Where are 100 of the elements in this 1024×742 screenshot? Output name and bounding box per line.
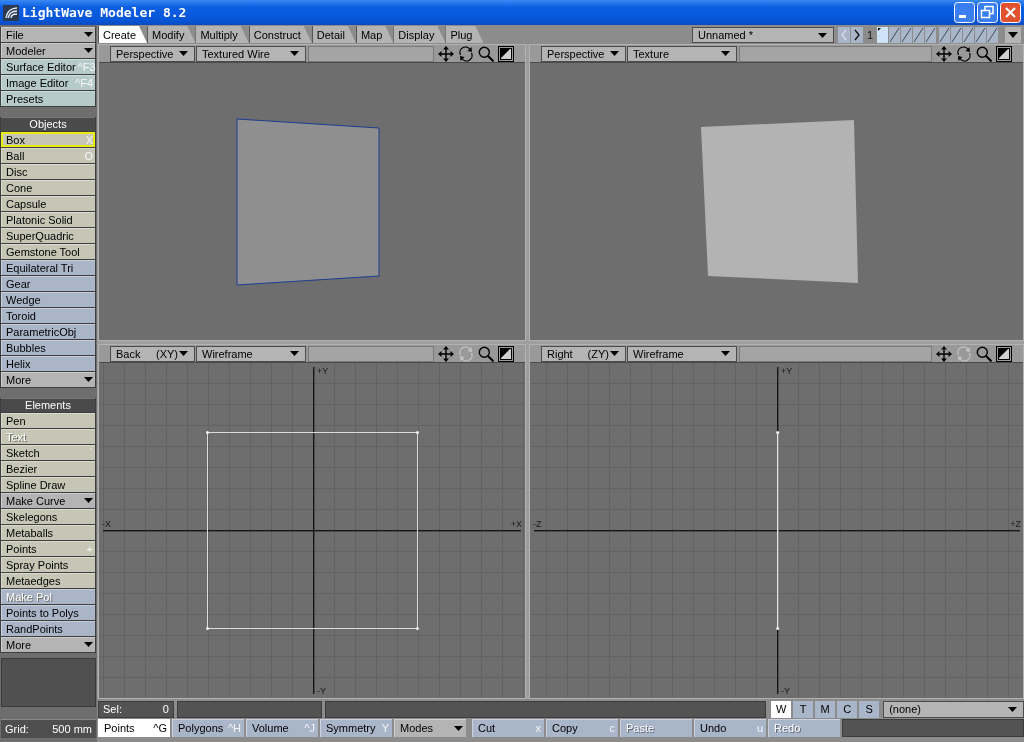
tool-button[interactable]: Spray Points	[1, 557, 95, 572]
tab[interactable]: Display	[393, 26, 446, 43]
tool-button[interactable]: Ball O	[1, 148, 95, 163]
action-button[interactable]: Cut x	[472, 719, 544, 737]
tool-button[interactable]: Wedge	[1, 292, 95, 307]
tool-button[interactable]: RandPoints	[1, 621, 95, 636]
tool-button[interactable]: Gear	[1, 276, 95, 291]
menu-dropdown[interactable]: Modeler	[1, 43, 95, 58]
mode-button[interactable]: Points ^G	[98, 719, 170, 737]
view-dropdown[interactable]: Right (ZY)	[541, 345, 626, 362]
tool-button[interactable]: Image Editor ^F4	[1, 75, 95, 90]
layer-button[interactable]	[889, 27, 900, 43]
maximize-icon[interactable]	[996, 45, 1012, 62]
close-icon[interactable]	[1000, 2, 1021, 23]
caret-icon[interactable]	[1005, 27, 1021, 43]
caret-icon	[179, 51, 188, 56]
view-mode-button[interactable]: M	[815, 700, 836, 718]
view-dropdown[interactable]: Perspective	[110, 45, 195, 62]
render-mode-dropdown[interactable]: Texture	[627, 45, 737, 62]
view-mode-button[interactable]: T	[793, 700, 814, 718]
layer-button[interactable]	[975, 27, 986, 43]
mode-button[interactable]: Symmetry Y	[320, 719, 392, 737]
rotate-icon[interactable]	[956, 45, 972, 62]
render-mode-dropdown[interactable]: Textured Wire	[196, 45, 306, 62]
layer-button[interactable]	[901, 27, 912, 43]
caret-icon	[610, 51, 619, 56]
tab[interactable]: Map	[355, 26, 394, 43]
axis-label: +Y	[781, 366, 793, 376]
chevron-right-icon[interactable]	[851, 27, 863, 43]
menu-dropdown[interactable]: More	[1, 637, 95, 652]
tool-button[interactable]: Points to Polys	[1, 605, 95, 620]
zoom-icon[interactable]	[976, 345, 992, 362]
move-icon[interactable]	[936, 45, 952, 62]
layer-button[interactable]	[963, 27, 974, 43]
layer-button[interactable]	[939, 27, 950, 43]
view-mode-button[interactable]: W	[771, 700, 792, 718]
tool-button[interactable]: Gemstone Tool	[1, 244, 95, 259]
tool-button[interactable]: Bubbles	[1, 340, 95, 355]
tab[interactable]: Multiply	[195, 26, 249, 43]
menu-dropdown[interactable]: File	[1, 27, 95, 42]
tab[interactable]: Construct	[248, 26, 312, 43]
layer-button[interactable]	[951, 27, 962, 43]
menu-dropdown[interactable]: Make Curve	[1, 493, 95, 508]
tab[interactable]: Modify	[147, 26, 196, 43]
view-dropdown[interactable]: Perspective	[541, 45, 626, 62]
tool-button[interactable]: Disc	[1, 164, 95, 179]
object-dropdown[interactable]: Unnamed *	[692, 27, 834, 43]
tool-button[interactable]: Bezier	[1, 461, 95, 476]
tool-button[interactable]: Equilateral Tri	[1, 260, 95, 275]
tool-button[interactable]: Points +	[1, 541, 95, 556]
tool-button[interactable]: ParametricObj	[1, 324, 95, 339]
rotate-icon[interactable]	[458, 45, 474, 62]
zoom-icon[interactable]	[478, 45, 494, 62]
menu-dropdown[interactable]: Modes	[394, 719, 466, 737]
tool-button[interactable]: Toroid	[1, 308, 95, 323]
layer-button[interactable]	[877, 27, 888, 43]
surface-dropdown[interactable]: (none)	[883, 700, 1024, 718]
action-button[interactable]: Undo u	[694, 719, 766, 737]
render-mode-dropdown[interactable]: Wireframe	[627, 345, 737, 362]
tool-button[interactable]: SuperQuadric	[1, 228, 95, 243]
tool-button[interactable]: Sketch `	[1, 445, 95, 460]
zoom-icon[interactable]	[478, 345, 494, 362]
tool-button[interactable]: Platonic Solid	[1, 212, 95, 227]
layer-button[interactable]	[913, 27, 924, 43]
tool-button[interactable]: Spline Draw	[1, 477, 95, 492]
render-mode-dropdown[interactable]: Wireframe	[196, 345, 306, 362]
layer-button[interactable]	[925, 27, 936, 43]
mode-button[interactable]: Volume ^J	[246, 719, 318, 737]
view-dropdown[interactable]: Back (XY)	[110, 345, 195, 362]
view-mode-button[interactable]: C	[837, 700, 858, 718]
tool-button[interactable]: Metaedges	[1, 573, 95, 588]
maximize-icon[interactable]	[996, 345, 1012, 362]
vertex-point	[416, 431, 419, 434]
move-icon[interactable]	[438, 345, 454, 362]
axis-label: +X	[510, 519, 522, 529]
move-icon[interactable]	[936, 345, 952, 362]
tab[interactable]: Plug	[445, 26, 484, 43]
menu-dropdown[interactable]: More	[1, 372, 95, 387]
tab[interactable]: Create	[98, 26, 148, 43]
tool-button[interactable]: Presets	[1, 91, 95, 106]
tool-button[interactable]: Skelegons	[1, 509, 95, 524]
maximize-icon[interactable]	[498, 45, 514, 62]
minimize-icon[interactable]	[954, 2, 975, 23]
restore-icon[interactable]	[977, 2, 998, 23]
action-button[interactable]: Copy c	[546, 719, 618, 737]
move-icon[interactable]	[438, 45, 454, 62]
tool-button[interactable]: Helix	[1, 356, 95, 371]
window-title: LightWave Modeler 8.2	[22, 5, 188, 20]
zoom-icon[interactable]	[976, 45, 992, 62]
tool-button[interactable]: Capsule	[1, 196, 95, 211]
tool-button[interactable]: Box X	[1, 132, 95, 147]
tool-button[interactable]: Metaballs	[1, 525, 95, 540]
tool-button[interactable]: Cone	[1, 180, 95, 195]
tool-button[interactable]: Pen	[1, 413, 95, 428]
tab[interactable]: Detail	[311, 26, 356, 43]
view-mode-button[interactable]: S	[859, 700, 880, 718]
mode-button[interactable]: Polygons ^H	[172, 719, 244, 737]
maximize-icon[interactable]	[498, 345, 514, 362]
axis-label: -Y	[317, 686, 326, 696]
tool-button[interactable]: Surface Editor ^F3	[1, 59, 95, 74]
